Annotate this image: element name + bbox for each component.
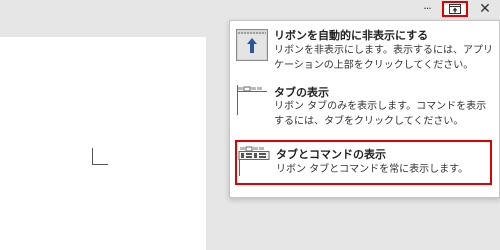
ribbon-display-options-menu: リボンを自動的に非表示にする リボンを非表示にします。表示するには、アプリケーシ… xyxy=(229,20,500,198)
show-tabs-icon xyxy=(236,84,268,116)
page-corner-mark xyxy=(92,148,108,165)
ribbon-display-options-icon xyxy=(449,4,461,14)
option-title: タブの表示 xyxy=(274,86,329,99)
menu-option-show-tabs[interactable]: タブの表示 リボン タブのみを表示します。コマンドを表示するには、タブをクリック… xyxy=(232,78,496,136)
option-description: リボンを非表示にします。表示するには、アプリケーションの上部をクリックしてくださ… xyxy=(274,45,493,71)
menu-option-show-tabs-and-commands[interactable]: タブとコマンドの表示 リボン タブとコマンドを常に表示します。 xyxy=(235,140,492,185)
show-tabs-and-commands-icon xyxy=(238,145,270,177)
ribbon-display-options-button[interactable] xyxy=(442,1,468,17)
document-page[interactable] xyxy=(0,37,206,250)
close-icon[interactable]: ✕ xyxy=(476,0,494,20)
option-title: タブとコマンドの表示 xyxy=(276,148,386,161)
more-options-icon[interactable]: ··· xyxy=(419,0,435,20)
option-description: リボン タブのみを表示します。コマンドを表示するには、タブをクリックしてください… xyxy=(274,101,487,127)
menu-option-auto-hide-ribbon[interactable]: リボンを自動的に非表示にする リボンを非表示にします。表示するには、アプリケーシ… xyxy=(232,24,496,76)
auto-hide-ribbon-icon xyxy=(236,29,268,61)
option-description: リボン タブとコマンドを常に表示します。 xyxy=(276,164,469,175)
option-title: リボンを自動的に非表示にする xyxy=(274,29,429,42)
title-bar: ··· ✕ xyxy=(0,0,500,22)
